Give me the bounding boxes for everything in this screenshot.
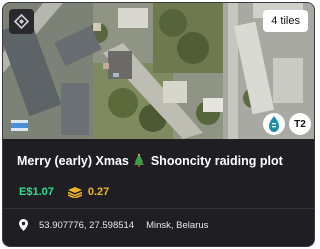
property-title[interactable]: Merry (early) Xmas Shooncity raiding plo…	[17, 154, 307, 168]
title-suffix: Shooncity raiding plot	[150, 154, 283, 168]
location-pin-icon	[19, 219, 28, 231]
coordinates-text: 53.907776, 27.598514	[39, 219, 135, 231]
stake-stack-icon	[67, 186, 82, 198]
tiles-count-badge: 4 tiles	[263, 10, 308, 32]
logo-icon	[9, 9, 34, 34]
location-row: 53.907776, 27.598514 Minsk, Belarus	[19, 219, 208, 231]
tier-badge: T2	[289, 113, 311, 135]
stake-value: 0.27	[87, 186, 110, 198]
e-crest-icon	[263, 113, 285, 135]
city-text: Minsk, Belarus	[146, 219, 209, 231]
flag-icon	[11, 120, 28, 131]
property-card[interactable]: 4 tiles T2 Merry (early) Xmas Shooncity …	[2, 2, 315, 247]
price-row: E$1.07 0.27	[19, 186, 109, 198]
price-value: E$1.07	[19, 186, 54, 198]
divider	[3, 208, 314, 209]
christmas-tree-icon	[134, 154, 145, 167]
title-text: Merry (early) Xmas	[17, 154, 129, 168]
